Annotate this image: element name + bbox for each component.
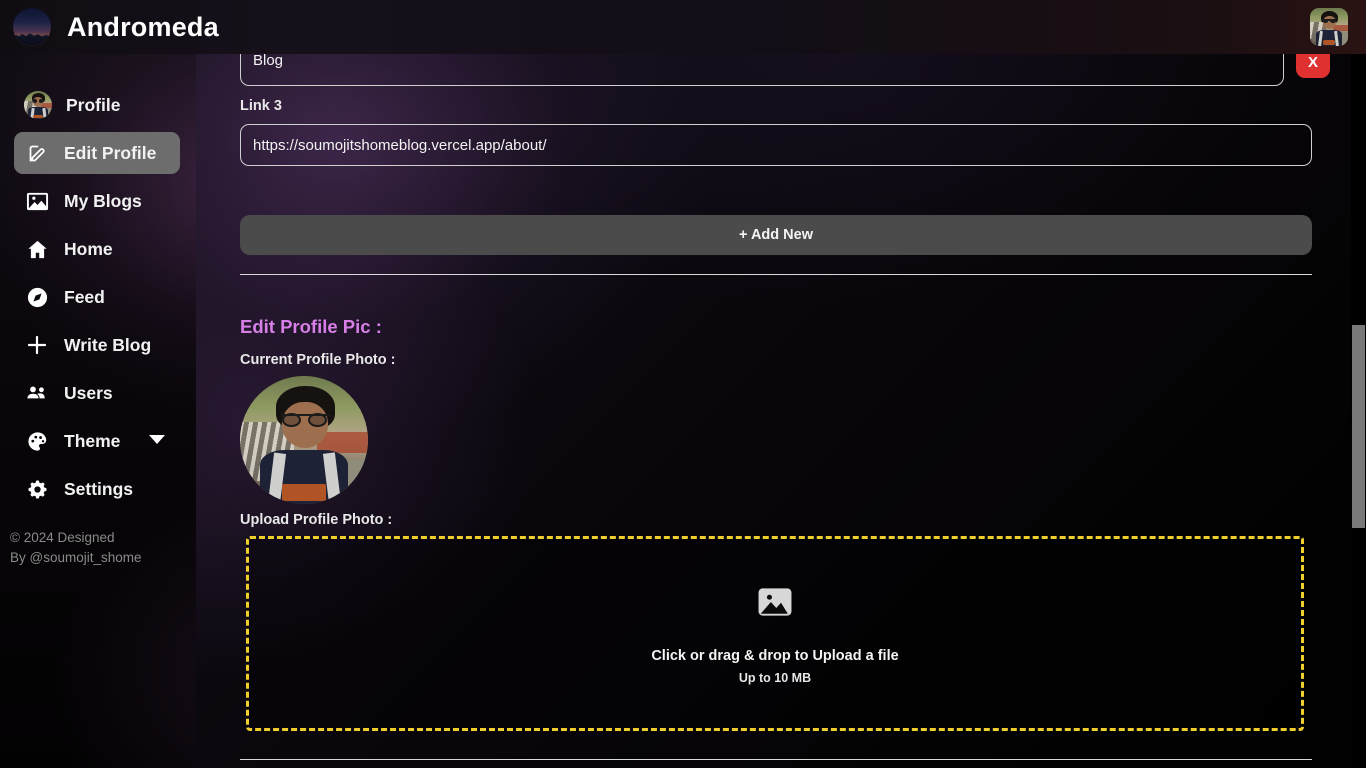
- night-sky-logo-icon[interactable]: [13, 8, 51, 46]
- sidebar-item-edit-profile[interactable]: Edit Profile: [14, 132, 180, 174]
- copyright-notice: © 2024 Designed By @soumojit_shome: [10, 528, 196, 568]
- copyright-line-2: By @soumojit_shome: [10, 550, 142, 565]
- current-profile-photo-label: Current Profile Photo :: [240, 352, 396, 368]
- page-title: Andromeda: [67, 11, 219, 42]
- avatar-icon: [24, 91, 52, 119]
- sidebar-item-my-blogs[interactable]: My Blogs: [14, 180, 180, 222]
- file-upload-dropzone[interactable]: Click or drag & drop to Upload a file Up…: [246, 536, 1304, 731]
- chevron-down-icon[interactable]: [148, 432, 166, 450]
- compass-icon: [24, 284, 50, 310]
- sidebar-item-label: My Blogs: [64, 190, 142, 211]
- app-root: Andromeda Profile Edit Profile My Blogs …: [0, 0, 1366, 768]
- sidebar-item-label: Edit Profile: [64, 142, 157, 163]
- copyright-line-1: © 2024 Designed: [10, 530, 115, 545]
- sidebar-item-users[interactable]: Users: [14, 372, 180, 414]
- sidebar: Profile Edit Profile My Blogs Home Feed …: [0, 54, 196, 768]
- sidebar-item-label: Home: [64, 238, 113, 259]
- sidebar-item-settings[interactable]: Settings: [14, 468, 180, 510]
- sidebar-item-label: Write Blog: [64, 334, 152, 355]
- image-placeholder-icon: [756, 583, 794, 626]
- sidebar-item-write-blog[interactable]: Write Blog: [14, 324, 180, 366]
- link-name-input[interactable]: [240, 54, 1284, 86]
- app-header: Andromeda: [0, 0, 1366, 54]
- sidebar-item-label: Profile: [66, 94, 121, 115]
- edit-square-icon: [24, 140, 50, 166]
- home-icon: [24, 236, 50, 262]
- dropzone-main-text: Click or drag & drop to Upload a file: [651, 647, 899, 664]
- sidebar-item-feed[interactable]: Feed: [14, 276, 180, 318]
- current-profile-photo: [240, 376, 368, 504]
- user-avatar[interactable]: [1310, 8, 1348, 46]
- dropzone-sub-text: Up to 10 MB: [738, 670, 812, 685]
- remove-link-button[interactable]: X: [1296, 54, 1330, 78]
- sidebar-item-home[interactable]: Home: [14, 228, 180, 270]
- palette-icon: [24, 428, 50, 454]
- users-icon: [24, 380, 50, 406]
- main-content: X Link 3 + Add New Edit Profile Pic : Cu…: [196, 54, 1366, 768]
- add-new-button[interactable]: + Add New: [240, 215, 1312, 255]
- sidebar-item-label: Settings: [64, 478, 134, 499]
- sidebar-item-label: Theme: [64, 430, 121, 451]
- section-divider-top: [240, 274, 1312, 275]
- sidebar-item-label: Users: [64, 382, 113, 403]
- gear-icon: [24, 476, 50, 502]
- page-scrollbar-thumb[interactable]: [1352, 325, 1365, 528]
- link3-label: Link 3: [240, 98, 282, 114]
- edit-profile-pic-heading: Edit Profile Pic :: [240, 316, 382, 337]
- section-divider-bottom: [240, 759, 1312, 760]
- sidebar-item-theme[interactable]: Theme: [14, 420, 180, 462]
- plus-icon: [24, 332, 50, 358]
- link3-input[interactable]: [240, 124, 1312, 166]
- sidebar-nav: Profile Edit Profile My Blogs Home Feed …: [0, 54, 196, 568]
- sidebar-item-profile[interactable]: Profile: [14, 84, 180, 126]
- sidebar-item-label: Feed: [64, 286, 105, 307]
- upload-profile-photo-label: Upload Profile Photo :: [240, 512, 393, 528]
- image-icon: [24, 188, 50, 214]
- link-row-clipped: X: [240, 54, 1330, 86]
